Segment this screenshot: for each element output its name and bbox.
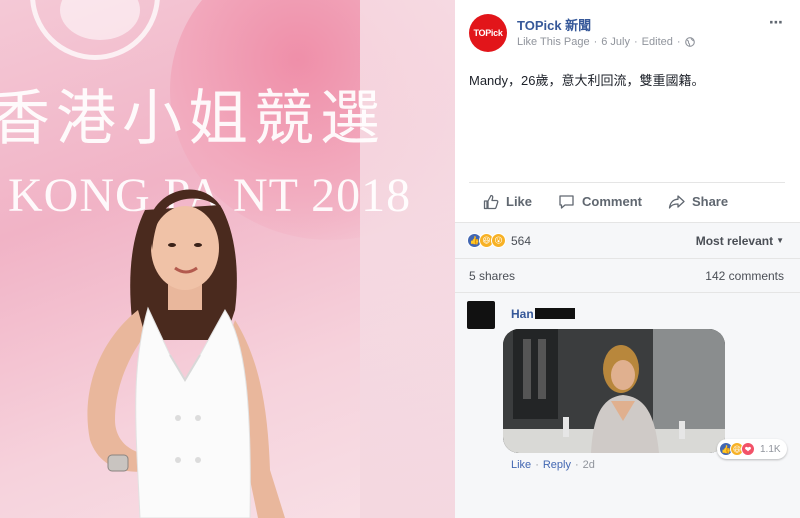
shares-count[interactable]: 5 shares (469, 269, 515, 283)
more-options-icon[interactable]: ⋯ (769, 14, 784, 31)
post-photo[interactable]: 香港小姐競選 KONG PA NT 2018 (0, 0, 455, 518)
reactions-summary: 👍 😆 😮 564 Most relevant ▼ (455, 222, 800, 258)
page-avatar[interactable]: TOPick (469, 14, 507, 52)
comment-icon (559, 194, 574, 209)
woman-figure (87, 189, 285, 518)
comment-reactions[interactable]: 👍 😆 ❤ 1.1K (717, 439, 787, 459)
post-stats: 5 shares 142 comments (455, 258, 800, 292)
meta-separator: · (634, 36, 638, 48)
action-separator: · (574, 459, 579, 471)
page-name-link[interactable]: TOPick 新聞 (517, 15, 591, 34)
comment-photo[interactable] (503, 329, 725, 453)
share-button-label: Share (691, 194, 729, 209)
reaction-icons[interactable]: 👍 😆 😮 (467, 233, 506, 248)
love-icon: ❤ (741, 442, 755, 456)
comment-button-label: Comment (582, 194, 642, 209)
share-icon (668, 194, 685, 209)
meta-separator: · (593, 36, 598, 48)
globe-icon (684, 37, 695, 47)
share-button[interactable]: Share (668, 194, 728, 210)
action-bar: Like Comment Share (469, 182, 785, 220)
chevron-down-icon: ▼ (776, 236, 784, 245)
comment-reply-link[interactable]: Reply (543, 459, 571, 471)
like-button-label: Like (506, 194, 533, 209)
action-separator: · (535, 459, 539, 471)
page-avatar-text: TOPick (473, 28, 503, 38)
commenter-name[interactable]: Han (511, 307, 534, 321)
redaction-bar (535, 308, 575, 319)
facebook-post-panel: TOPick TOPick 新聞 Like This Page · 6 July… (455, 0, 800, 518)
wow-icon: 😮 (491, 233, 506, 248)
like-button[interactable]: Like (483, 194, 532, 210)
backdrop-chinese-title: 香港小姐競選 (0, 84, 386, 154)
comment-actions: Like · Reply · 2d (511, 459, 595, 471)
comment-photo-scene (503, 329, 725, 453)
comment-reaction-count: 1.1K (760, 443, 781, 455)
commenter-avatar[interactable] (467, 301, 495, 329)
meta-separator: · (676, 36, 681, 48)
post-text: Mandy，26歲，意大利回流，雙重國籍。 (469, 73, 705, 88)
thumbs-up-icon (483, 194, 499, 209)
comment-item: Han 👍 😆 ❤ 1.1K Like · Reply · 2d (455, 292, 800, 518)
comment-like-link[interactable]: Like (511, 459, 531, 471)
sort-comments-dropdown[interactable]: Most relevant ▼ (696, 234, 784, 248)
comment-time[interactable]: 2d (583, 459, 595, 471)
post-meta: Like This Page · 6 July · Edited · (517, 36, 695, 48)
comment-button[interactable]: Comment (558, 194, 642, 210)
post-date[interactable]: 6 July (601, 36, 630, 48)
edited-label[interactable]: Edited (642, 36, 673, 48)
sort-label: Most relevant (695, 233, 774, 248)
post-header: TOPick TOPick 新聞 Like This Page · 6 July… (455, 0, 800, 70)
comments-count[interactable]: 142 comments (705, 269, 784, 283)
like-page-link[interactable]: Like This Page (517, 36, 590, 48)
reaction-count[interactable]: 564 (511, 234, 531, 248)
